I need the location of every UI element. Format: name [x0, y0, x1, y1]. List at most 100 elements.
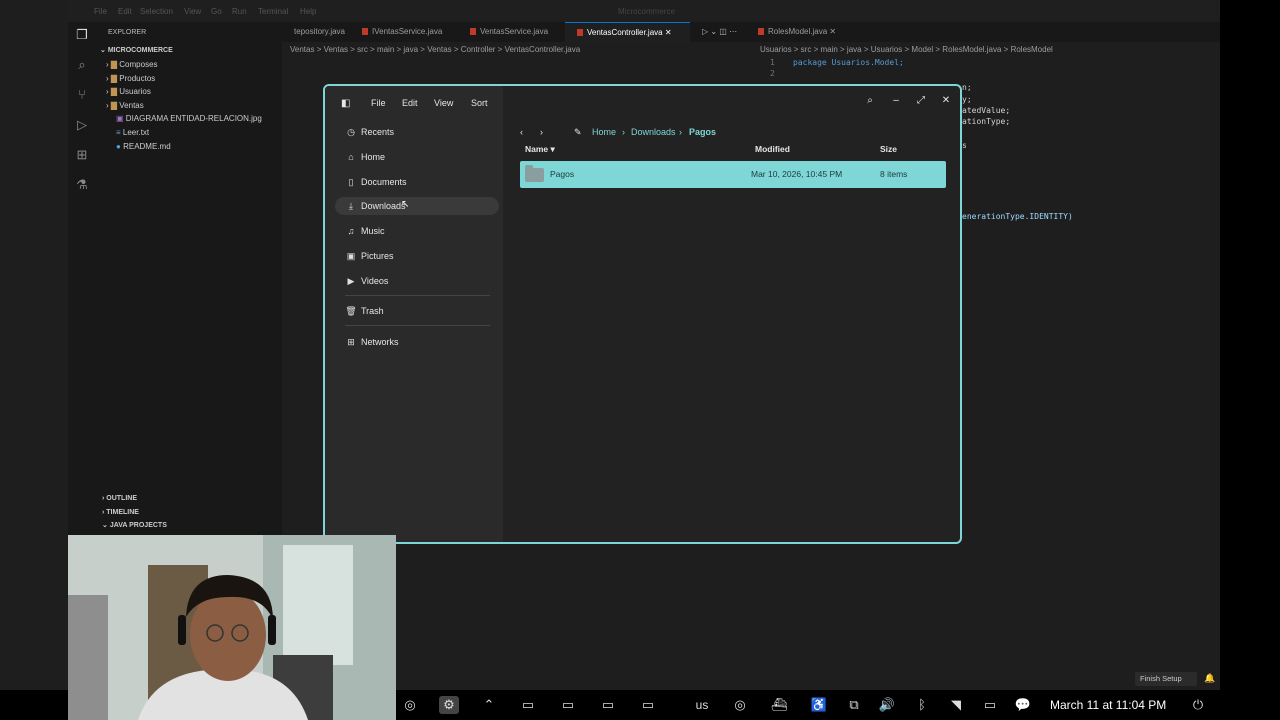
command-center-search[interactable]: Microcommerce: [618, 7, 675, 16]
sidebar-item-label: Videos: [361, 276, 389, 286]
window-thumbnail-icon[interactable]: ▭: [636, 696, 660, 714]
menu-edit[interactable]: Edit: [402, 98, 418, 108]
obs-icon[interactable]: ◎: [400, 696, 420, 714]
forward-button[interactable]: ›: [540, 124, 543, 140]
breadcrumb-right[interactable]: Usuarios > src > main > java > Usuarios …: [760, 45, 1053, 54]
tree-item-file[interactable]: ● README.md: [116, 140, 171, 153]
tree-item-folder[interactable]: › ▇ Productos: [106, 72, 155, 85]
taskbar: ◎ ⚙ ⌃ ▭ ▭ ▭ ▭ us ◎ ⛴ ♿ ⧉ 🔊 ᛒ ◥ ▭ 💬 March…: [396, 690, 1220, 720]
tree-item-folder[interactable]: › ▇ Ventas: [106, 99, 144, 112]
battery-icon[interactable]: ▭: [980, 696, 1000, 714]
sidebar-item-music[interactable]: ♫ Music: [335, 222, 499, 240]
menu-file[interactable]: File: [371, 98, 386, 108]
sidebar-item-home[interactable]: ⌂ Home: [335, 148, 499, 166]
sidebar-item-trash[interactable]: 🗑 Trash: [335, 302, 499, 320]
tab-label: IVentasService.java: [372, 27, 443, 36]
menu-view[interactable]: View: [184, 7, 201, 16]
java-file-icon: [362, 28, 368, 36]
breadcrumb-left[interactable]: Ventas > Ventas > src > main > java > Ve…: [290, 45, 580, 54]
breadcrumb-downloads[interactable]: Downloads: [631, 124, 676, 140]
tree-item-file[interactable]: ≡ Leer.txt: [116, 126, 149, 139]
tab-ventas-controller[interactable]: VentasController.java ✕: [565, 22, 690, 42]
run-debug-icon[interactable]: ▷: [75, 118, 89, 132]
window-thumbnail-icon[interactable]: ▭: [596, 696, 620, 714]
tree-item-folder[interactable]: › ▇ Usuarios: [106, 85, 151, 98]
window-thumbnail-icon[interactable]: ▭: [556, 696, 580, 714]
video-icon: ▶: [347, 276, 355, 286]
power-icon[interactable]: ⏻: [1188, 696, 1208, 714]
clock[interactable]: March 11 at 11:04 PM: [1050, 698, 1166, 712]
chat-icon[interactable]: 💬: [1013, 696, 1033, 714]
menu-edit[interactable]: Edit: [118, 7, 132, 16]
menu-terminal[interactable]: Terminal: [258, 7, 288, 16]
tree-item-folder[interactable]: › ▇ Composes: [106, 58, 158, 71]
tree-item-label: Ventas: [119, 101, 144, 110]
edit-path-icon[interactable]: ✎: [574, 124, 582, 140]
menu-view[interactable]: View: [434, 98, 453, 108]
close-tab-icon[interactable]: ✕: [665, 28, 672, 37]
menu-file[interactable]: File: [94, 7, 107, 16]
obs-tray-icon[interactable]: ◎: [730, 696, 750, 714]
java-projects-section[interactable]: ⌄ JAVA PROJECTS: [102, 519, 167, 532]
explorer-icon[interactable]: ❐: [75, 28, 89, 42]
tab-repository[interactable]: tepository.java: [282, 22, 345, 42]
settings-icon[interactable]: ⚙: [439, 696, 459, 714]
tree-item-label: Leer.txt: [122, 128, 150, 137]
breadcrumb-pagos[interactable]: Pagos: [689, 124, 716, 140]
code-fragment: n;: [962, 83, 972, 92]
project-name: MICROCOMMERCE: [107, 47, 173, 54]
column-modified[interactable]: Modified: [755, 144, 790, 154]
run-icon[interactable]: ▷ ⌄ ◫ ⋯: [690, 22, 737, 42]
tab-roles-model[interactable]: RolesModel.java ✕: [746, 22, 836, 42]
maximize-icon[interactable]: ⤢: [914, 94, 928, 108]
tab-label: VentasController.java: [587, 28, 663, 37]
tab-iventas-service[interactable]: IVentasService.java: [350, 22, 442, 42]
chevron-up-icon[interactable]: ⌃: [479, 696, 499, 714]
tree-item-file[interactable]: ▣ DIAGRAMA ENTIDAD-RELACION.jpg: [116, 112, 262, 125]
project-header[interactable]: ⌄ MICROCOMMERCE: [100, 44, 173, 57]
menu-help[interactable]: Help: [300, 7, 316, 16]
sidebar-item-label: Home: [361, 152, 386, 162]
search-icon[interactable]: ⌕: [863, 94, 877, 108]
wifi-icon[interactable]: ◥: [946, 696, 966, 714]
toggle-sidebar-icon[interactable]: ◧: [341, 98, 350, 109]
menu-go[interactable]: Go: [211, 7, 222, 16]
tab-ventas-service[interactable]: VentasService.java: [458, 22, 548, 42]
extensions-icon[interactable]: ⊞: [75, 148, 89, 162]
sidebar-item-pictures[interactable]: ▣ Pictures: [335, 247, 499, 265]
testing-icon[interactable]: ⚗: [75, 178, 89, 192]
webcam-image: [68, 535, 396, 720]
volume-icon[interactable]: 🔊: [877, 696, 897, 714]
sidebar-item-networks[interactable]: ⊞ Networks: [335, 333, 499, 351]
minimize-icon[interactable]: –: [889, 94, 903, 108]
sidebar-item-downloads[interactable]: ⤓ Downloads: [335, 197, 499, 215]
menu-sort[interactable]: Sort: [471, 98, 488, 108]
column-name[interactable]: Name ▾: [525, 144, 555, 155]
breadcrumb-home[interactable]: Home: [592, 124, 616, 140]
code-fragment: enerationType.IDENTITY): [962, 212, 1073, 221]
search-icon[interactable]: ⌕: [75, 58, 89, 72]
trash-icon: 🗑: [345, 306, 357, 316]
timeline-section[interactable]: › TIMELINE: [102, 506, 139, 519]
menu-selection[interactable]: Selection: [140, 7, 173, 16]
screens-icon[interactable]: ⧉: [844, 696, 864, 714]
window-thumbnail-icon[interactable]: ▭: [516, 696, 540, 714]
outline-section[interactable]: › OUTLINE: [102, 492, 137, 505]
keyboard-layout[interactable]: us: [694, 696, 710, 714]
file-size: 8 items: [880, 169, 908, 179]
sidebar-item-documents[interactable]: ▯ Documents: [335, 173, 499, 191]
bluetooth-icon[interactable]: ᛒ: [912, 696, 932, 714]
docker-icon[interactable]: ⛴: [769, 696, 789, 714]
back-button[interactable]: ‹: [520, 124, 523, 140]
tab-label: VentasService.java: [480, 27, 549, 36]
source-control-icon[interactable]: ⑂: [75, 88, 89, 102]
column-size[interactable]: Size: [880, 144, 897, 154]
sidebar-item-recents[interactable]: ◷ Recents: [335, 123, 499, 141]
accessibility-icon[interactable]: ♿: [809, 696, 829, 714]
close-icon[interactable]: ✕: [939, 94, 953, 108]
sidebar-item-videos[interactable]: ▶ Videos: [335, 272, 499, 290]
menu-run[interactable]: Run: [232, 7, 247, 16]
finish-setup-button[interactable]: Finish Setup: [1135, 672, 1197, 686]
file-row[interactable]: Pagos Mar 10, 2026, 10:45 PM 8 items: [520, 161, 946, 188]
notification-icon[interactable]: 🔔: [1204, 673, 1215, 684]
